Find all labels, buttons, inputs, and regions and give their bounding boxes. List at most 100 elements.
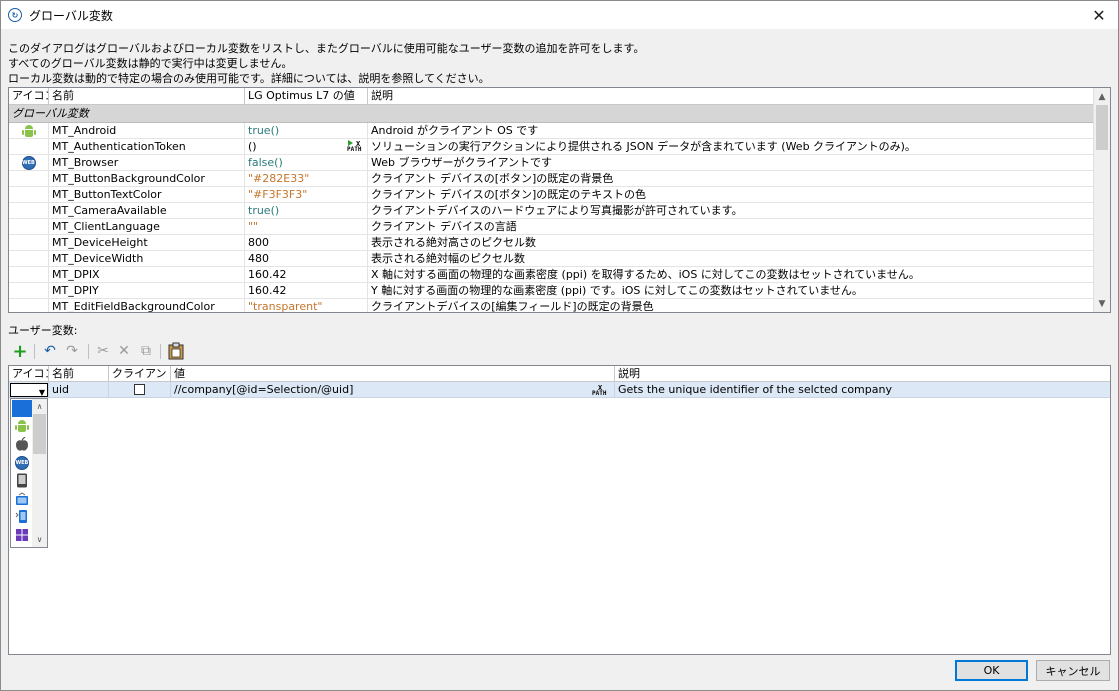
grid-row[interactable]: MT_ClientLanguage "" クライアント デバイスの言語 [9,219,1093,235]
row-value: true() [245,123,368,139]
toolbar-separator [34,344,35,359]
row-icon-cell [9,219,49,235]
client-checkbox[interactable] [134,384,145,395]
header-name[interactable]: 名前 [49,366,109,382]
delete-icon[interactable]: ✕ [114,341,134,361]
user-variables-grid[interactable]: アイコン 名前 クライアント... 値 説明 ▼ uid //company[@… [8,365,1111,655]
global-variables-grid[interactable]: アイコン 名前 LG Optimus L7 の値 説明 グローバル変数 MT_A… [8,87,1111,313]
grid-header: アイコン 名前 LG Optimus L7 の値 説明 [9,88,1093,105]
cut-icon[interactable]: ✂ [93,341,113,361]
row-icon-cell: ▼ [9,382,49,398]
row-value: 800 [245,235,368,251]
scroll-down-icon[interactable]: ▼ [1094,295,1110,312]
row-icon-cell [9,203,49,219]
web-icon: WEB [21,156,36,170]
toolbar-separator [160,344,161,359]
tablet-icon[interactable] [12,490,32,507]
scroll-down-icon[interactable]: ∨ [32,532,47,547]
row-client-cell [109,382,171,398]
row-value: "#F3F3F3" [245,187,368,203]
grid-vertical-scrollbar[interactable]: ▲ ▼ [1093,88,1110,312]
row-description[interactable]: Gets the unique identifier of the selcte… [615,382,1110,398]
xpath-label: PATH [592,390,607,397]
row-description: クライアント デバイスの[ボタン]の既定のテキストの色 [371,188,646,201]
windows-icon[interactable] [12,526,32,543]
grid-row[interactable]: MT_CameraAvailable true() クライアントデバイスのハード… [9,203,1093,219]
header-name[interactable]: 名前 [49,88,245,104]
ok-button[interactable]: OK [955,660,1028,681]
undo-icon[interactable]: ↶ [40,341,60,361]
scroll-thumb[interactable] [33,414,46,454]
paste-icon[interactable] [166,341,186,361]
row-name: MT_ClientLanguage [49,219,245,235]
row-icon-cell [9,251,49,267]
title-bar: ↻ グローバル変数 ✕ [1,1,1118,29]
web-icon[interactable]: WEB [12,454,32,471]
xpath-button[interactable]: X PATH [591,383,612,398]
row-name: MT_DeviceHeight [49,235,245,251]
grid-row[interactable]: MT_ButtonBackgroundColor "#282E33" クライアン… [9,171,1093,187]
row-name: MT_CameraAvailable [49,203,245,219]
row-icon-cell [9,283,49,299]
grid-row[interactable]: MT_DPIX 160.42 X 軸に対する画面の物理的な画素密度 (ppi) … [9,267,1093,283]
apple-icon[interactable] [12,436,32,453]
grid-row[interactable]: MT_Android true() Android がクライアント OS です [9,123,1093,139]
xpath-button[interactable]: X PATH [346,139,367,154]
description: このダイアログはグローバルおよびローカル変数をリストし、またグローバルに使用可能… [8,41,644,86]
header-icon[interactable]: アイコン [9,88,49,104]
android-icon[interactable] [12,418,32,435]
icon-dropdown[interactable]: ▼ [10,383,48,397]
row-description: クライアント デバイスの言語 [371,220,517,233]
cancel-button[interactable]: キャンセル [1036,660,1110,681]
mobile-device-icon[interactable] [12,508,32,525]
row-value: 480 [245,251,368,267]
user-variable-row[interactable]: ▼ uid //company[@id=Selection/@uid] X PA… [9,382,1110,398]
group-header[interactable]: グローバル変数 [9,105,1093,123]
dialog-window: ↻ グローバル変数 ✕ このダイアログはグローバルおよびローカル変数をリストし、… [0,0,1119,691]
close-button[interactable]: ✕ [1080,1,1118,29]
row-description: Android がクライアント OS です [371,124,539,137]
scroll-thumb[interactable] [1096,105,1108,150]
copy-icon[interactable]: ⧉ [136,341,156,361]
redo-icon[interactable]: ↷ [62,341,82,361]
grid-row[interactable]: MT_DPIY 160.42 Y 軸に対する画面の物理的な画素密度 (ppi) … [9,283,1093,299]
row-value: "" [245,219,368,235]
user-grid-header: アイコン 名前 クライアント... 値 説明 [9,366,1110,382]
row-icon-cell [9,123,49,139]
row-icon-cell: WEB [9,155,49,171]
row-name: MT_Android [49,123,245,139]
header-description[interactable]: 説明 [615,366,1110,382]
chevron-down-icon: ▼ [38,388,45,397]
icon-list-scrollbar[interactable]: ∧ ∨ [32,399,47,547]
grid-row[interactable]: MT_AuthenticationToken () X PATH ソリューション… [9,139,1093,155]
ios-device-icon[interactable] [12,472,32,489]
row-value: false() [245,155,368,171]
grid-row[interactable]: MT_DeviceHeight 800 表示される絶対高さのピクセル数 [9,235,1093,251]
row-icon-cell [9,187,49,203]
row-icon-cell [9,235,49,251]
user-variables-toolbar: + ↶ ↷ ✂ ✕ ⧉ [8,341,208,363]
toolbar-separator [88,344,89,359]
blank-option[interactable] [12,400,32,417]
scroll-up-icon[interactable]: ▲ [1094,88,1110,105]
header-value[interactable]: LG Optimus L7 の値 [245,88,368,104]
user-variables-label: ユーザー変数: [8,324,78,337]
row-name: MT_ButtonTextColor [49,187,245,203]
row-name: MT_DPIX [49,267,245,283]
icon-dropdown-list[interactable]: WEB ∧ ∨ [10,398,48,548]
add-icon[interactable]: + [10,341,30,362]
app-icon: ↻ [8,8,22,22]
row-name[interactable]: uid [49,382,109,398]
grid-row[interactable]: WEB MT_Browser false() Web ブラウザーがクライアントで… [9,155,1093,171]
row-icon-cell [9,171,49,187]
scroll-up-icon[interactable]: ∧ [32,399,47,414]
description-line-3: ローカル変数は動的で特定の場合のみ使用可能です。詳細については、説明を参照してく… [8,72,490,85]
grid-row[interactable]: MT_DeviceWidth 480 表示される絶対幅のピクセル数 [9,251,1093,267]
header-icon[interactable]: アイコン [9,366,49,382]
grid-row[interactable]: MT_EditFieldBackgroundColor "transparent… [9,299,1093,312]
header-client[interactable]: クライアント... [109,366,171,382]
header-value[interactable]: 値 [171,366,615,382]
row-value[interactable]: //company[@id=Selection/@uid] [171,382,615,398]
grid-row[interactable]: MT_ButtonTextColor "#F3F3F3" クライアント デバイス… [9,187,1093,203]
header-description[interactable]: 説明 [368,88,1093,104]
